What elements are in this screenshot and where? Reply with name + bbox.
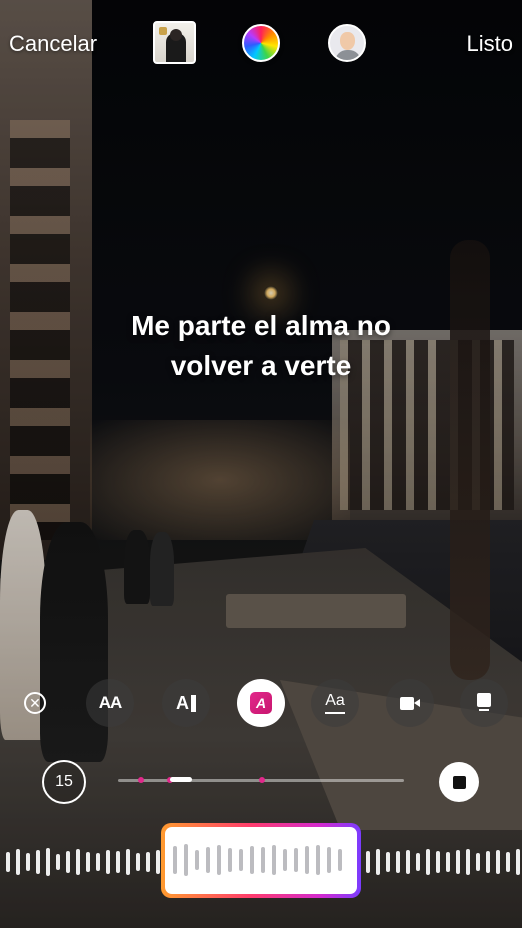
stop-button[interactable] (439, 762, 479, 802)
waveform-bar (106, 850, 110, 874)
selected-waveform-bar (338, 849, 342, 871)
waveform-bar (456, 850, 460, 874)
text-style-aa-icon: AA (98, 693, 123, 712)
waveform-bar (116, 851, 120, 873)
avatar-icon[interactable] (328, 24, 366, 62)
waveform-bar (466, 849, 470, 875)
text-cursor-bar (191, 694, 196, 712)
waveform-bar (26, 853, 30, 871)
waveform-bar (136, 853, 140, 871)
timeline-playhead[interactable] (170, 777, 192, 782)
video-camera-icon (400, 696, 420, 710)
avatar-face (340, 32, 355, 50)
waveform-bar (56, 854, 60, 870)
selected-waveform-bar (184, 844, 188, 876)
waveform-bar (486, 851, 490, 873)
waveform-bar (506, 852, 510, 872)
style-typewriter-button[interactable]: AA (86, 679, 134, 727)
waveform-bar (446, 852, 450, 872)
underline-aa-text: Aa (325, 692, 345, 709)
selected-waveform-bar (239, 849, 243, 871)
underline-bar (325, 712, 345, 714)
text-cursor-icon: A (176, 693, 196, 714)
selected-waveform-bar (272, 845, 276, 875)
timeline-marker (138, 777, 144, 783)
album-head (170, 29, 182, 41)
waveform-bar (126, 849, 130, 875)
clip-selector[interactable] (161, 823, 361, 898)
waveform-bar (516, 849, 520, 875)
selected-waveform-bar (327, 847, 331, 873)
selected-waveform-bar (206, 847, 210, 873)
duration-button[interactable]: 15 (42, 760, 86, 804)
avatar-body (335, 50, 361, 60)
waveform-bar (496, 850, 500, 874)
selected-waveform-bar (228, 848, 232, 872)
waveform-bar (376, 849, 380, 875)
waveform-bar (156, 850, 160, 874)
selected-waveform-bar (316, 845, 320, 875)
style-cursor-button[interactable]: A (162, 679, 210, 727)
style-underline-button[interactable]: Aa (311, 679, 359, 727)
top-bar: Cancelar Listo (0, 0, 522, 86)
selected-waveform-bar (250, 846, 254, 874)
clip-selector-window (165, 827, 357, 894)
lyrics-line-2: volver a verte (170, 350, 352, 381)
waveform-bar (366, 851, 370, 873)
waveform-bar (76, 849, 80, 875)
selected-waveform-bar (195, 850, 199, 870)
color-wheel-icon[interactable] (242, 24, 280, 62)
waveform-bar (86, 852, 90, 872)
album-logo-mark (159, 27, 167, 35)
timeline-marker (259, 777, 265, 783)
waveform-bar (96, 853, 100, 871)
waveform-bar (416, 853, 420, 871)
stop-icon (452, 775, 466, 789)
waveform-bar (36, 850, 40, 874)
selected-waveform-bar (261, 847, 265, 873)
waveform-bar (16, 849, 20, 875)
selected-waveform-bar (173, 846, 177, 874)
text-cursor-letter: A (176, 692, 189, 713)
album-cover-icon[interactable] (153, 21, 196, 64)
selected-waveform-bar (283, 849, 287, 871)
waveform-bar (476, 853, 480, 871)
selected-waveform-bar (294, 848, 298, 872)
style-highlight-button[interactable]: A (237, 679, 285, 727)
waveform-bar (426, 849, 430, 875)
card-style-button[interactable] (460, 679, 508, 727)
waveform-bar (6, 852, 10, 872)
remove-lyrics-button[interactable]: ✕ (11, 679, 59, 727)
waveform-bar (396, 851, 400, 873)
video-style-button[interactable] (386, 679, 434, 727)
waveform-bar (146, 852, 150, 872)
underline-aa-icon: Aa (325, 692, 345, 714)
selected-waveform-bar (305, 846, 309, 874)
waveform-bar (406, 850, 410, 874)
selected-waveform-bar (217, 845, 221, 875)
waveform-bar (46, 848, 50, 876)
close-icon: ✕ (24, 692, 46, 714)
waveform-bar (66, 851, 70, 873)
cancel-button[interactable]: Cancelar (9, 31, 97, 57)
highlight-a-icon: A (250, 692, 272, 714)
lyrics-sticker[interactable]: Me parte el alma no volver a verte (40, 306, 482, 386)
waveform-bar (436, 851, 440, 873)
lyrics-line-1: Me parte el alma no (131, 310, 391, 341)
album-card-icon (476, 693, 492, 713)
waveform-bar (386, 852, 390, 872)
done-button[interactable]: Listo (467, 31, 513, 57)
lyrics-style-toolbar: ✕ AA A A Aa (0, 677, 522, 729)
